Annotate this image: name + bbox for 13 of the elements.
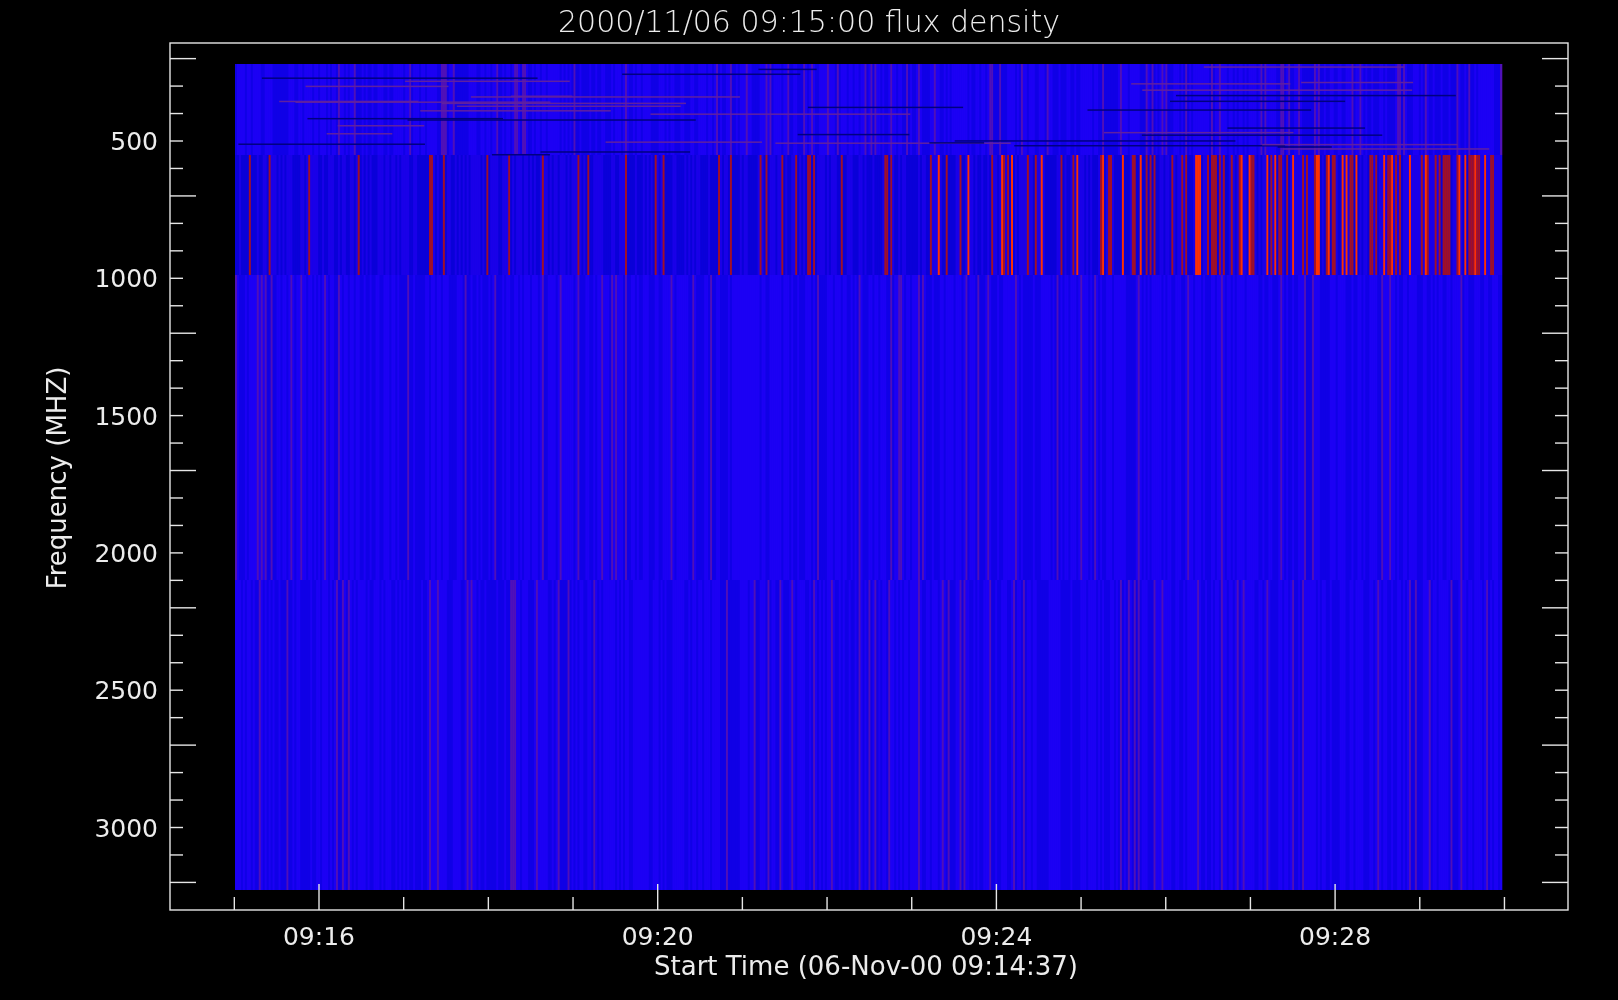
chart-title: 2000/11/06 09:15:00 flux density <box>558 4 1060 39</box>
y-axis-label: Frequency (MHZ) <box>42 366 72 590</box>
y-tick-label: 3000 <box>94 813 158 843</box>
x-tick-label: 09:20 <box>621 922 694 951</box>
x-tick-label: 09:16 <box>283 922 355 951</box>
y-tick-label: 500 <box>110 127 158 156</box>
y-tick-label: 1500 <box>94 401 158 431</box>
x-tick-label: 09:28 <box>1299 922 1372 951</box>
y-tick-label: 1000 <box>94 264 158 294</box>
x-tick-label: 09:24 <box>960 922 1033 951</box>
x-axis-label: Start Time (06-Nov-00 09:14:37) <box>654 951 1078 981</box>
y-tick-label: 2500 <box>94 676 158 706</box>
y-tick-label: 2000 <box>94 538 158 568</box>
